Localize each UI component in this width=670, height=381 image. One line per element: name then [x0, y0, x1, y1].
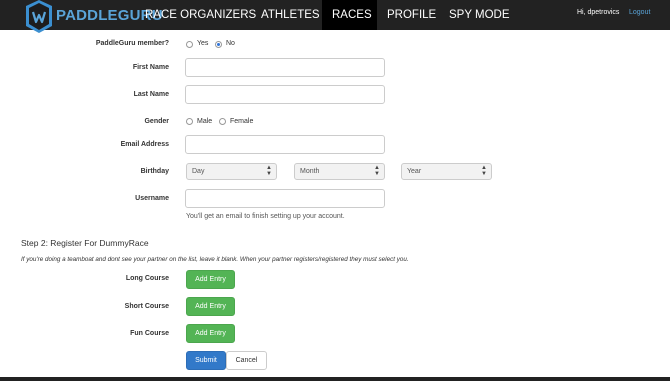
- username-help-text: You'll get an email to finish setting up…: [186, 213, 345, 220]
- member-label: PaddleGuru member?: [95, 40, 169, 47]
- gender-female-radio[interactable]: [219, 118, 226, 125]
- username-field[interactable]: [185, 189, 385, 208]
- last-name-label: Last Name: [133, 91, 169, 98]
- birthday-month-select[interactable]: Month ▲ ▼: [294, 163, 385, 180]
- gender-female-label[interactable]: Female: [230, 118, 253, 125]
- fun-course-add-entry-button[interactable]: Add Entry: [186, 324, 235, 343]
- member-yes-label[interactable]: Yes: [197, 40, 208, 47]
- birthday-year-value: Year: [407, 168, 422, 175]
- short-course-label: Short Course: [124, 303, 169, 310]
- gender-male-label[interactable]: Male: [197, 118, 212, 125]
- nav-athletes[interactable]: ATHLETES: [261, 0, 320, 30]
- logout-link[interactable]: Logout: [629, 9, 650, 16]
- short-course-add-entry-button[interactable]: Add Entry: [186, 297, 235, 316]
- nav-profile[interactable]: PROFILE: [387, 0, 436, 30]
- member-yes-radio[interactable]: [186, 41, 193, 48]
- email-field[interactable]: [185, 135, 385, 154]
- gender-male-radio[interactable]: [186, 118, 193, 125]
- first-name-field[interactable]: [185, 58, 385, 77]
- fun-course-label: Fun Course: [130, 330, 169, 337]
- top-navbar: PADDLEGURU RACE ORGANIZERS ATHLETES RACE…: [0, 0, 670, 33]
- long-course-label: Long Course: [125, 275, 169, 282]
- cancel-button[interactable]: Cancel: [226, 351, 267, 370]
- first-name-label: First Name: [132, 64, 169, 71]
- step2-title: Step 2: Register For DummyRace: [21, 238, 149, 248]
- username-label: Username: [135, 195, 169, 202]
- long-course-add-entry-button[interactable]: Add Entry: [186, 270, 235, 289]
- paddleguru-logo-icon[interactable]: [26, 0, 52, 33]
- email-label: Email Address: [120, 141, 169, 148]
- last-name-field[interactable]: [185, 85, 385, 104]
- birthday-day-select[interactable]: Day ▲ ▼: [186, 163, 277, 180]
- teamboat-note: If you're doing a teamboat and dont see …: [21, 256, 409, 263]
- bottom-bar: [0, 377, 670, 381]
- birthday-year-select[interactable]: Year ▲ ▼: [401, 163, 492, 180]
- nav-races[interactable]: RACES: [322, 0, 377, 30]
- birthday-month-value: Month: [300, 168, 320, 175]
- select-arrows-icon: ▲ ▼: [266, 165, 272, 177]
- user-greeting: Hi, dpetrovics: [577, 9, 620, 16]
- submit-button[interactable]: Submit: [186, 351, 226, 370]
- select-arrows-icon: ▲ ▼: [374, 165, 380, 177]
- member-no-radio[interactable]: [215, 41, 222, 48]
- nav-spy-mode[interactable]: SPY MODE: [449, 0, 510, 30]
- select-arrows-icon: ▲ ▼: [481, 165, 487, 177]
- gender-label: Gender: [144, 118, 169, 125]
- nav-race-organizers[interactable]: RACE ORGANIZERS: [145, 0, 256, 30]
- member-no-label[interactable]: No: [226, 40, 235, 47]
- birthday-label: Birthday: [140, 168, 169, 175]
- birthday-day-value: Day: [192, 168, 205, 175]
